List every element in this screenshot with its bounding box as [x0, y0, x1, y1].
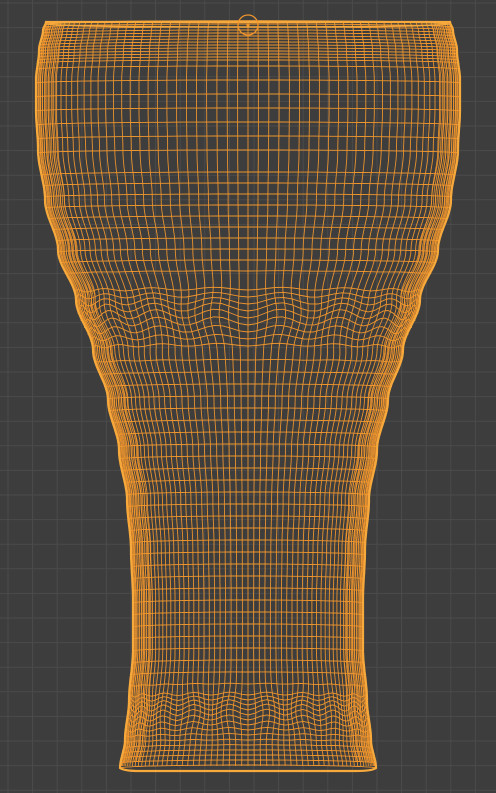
mesh-meridian-edge [196, 21, 221, 767]
viewport-canvas[interactable] [0, 0, 496, 793]
mesh-meridian-edge [258, 21, 270, 766]
mesh-meridian-edge [237, 21, 243, 766]
mesh-meridian-edge [226, 21, 238, 766]
origin-dot [246, 23, 250, 27]
mesh-meridian-edge [51, 21, 143, 767]
3d-viewport[interactable] [0, 0, 496, 793]
mesh-meridian-edge [264, 21, 280, 767]
mesh-meridian-edge [353, 21, 445, 767]
mesh-meridian-edge [336, 21, 413, 767]
mesh-meridian-edge [83, 21, 160, 767]
glass-mesh-wireframe[interactable] [34, 20, 462, 773]
mesh-ring-edge [119, 764, 377, 769]
mesh-meridian-edge [275, 21, 300, 767]
